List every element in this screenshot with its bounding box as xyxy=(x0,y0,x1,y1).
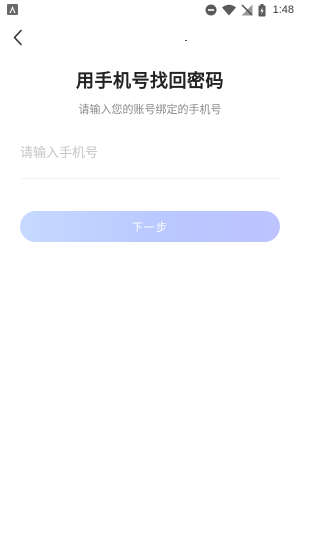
status-bar: 1:48 xyxy=(0,0,300,20)
back-button[interactable] xyxy=(10,28,28,48)
status-time: 1:48 xyxy=(272,4,294,16)
input-divider xyxy=(20,178,280,179)
wifi-icon xyxy=(221,4,236,16)
no-signal-icon xyxy=(241,4,253,16)
page-subtitle: 请输入您的账号绑定的手机号 xyxy=(78,103,222,116)
find-password-screen: 1:48 用手机号找回密码 请输入您的账号绑定的手机号 下一步 xyxy=(0,0,300,533)
status-icons: 1:48 xyxy=(205,3,294,17)
do-not-disturb-icon xyxy=(205,4,217,16)
chevron-left-icon xyxy=(13,29,22,46)
phone-number-input[interactable] xyxy=(20,138,280,168)
battery-charging-icon xyxy=(258,3,266,17)
decorative-dot xyxy=(185,40,187,41)
next-step-button[interactable]: 下一步 xyxy=(20,211,280,242)
android-notification-icon xyxy=(7,4,18,15)
page-title: 用手机号找回密码 xyxy=(76,71,224,92)
